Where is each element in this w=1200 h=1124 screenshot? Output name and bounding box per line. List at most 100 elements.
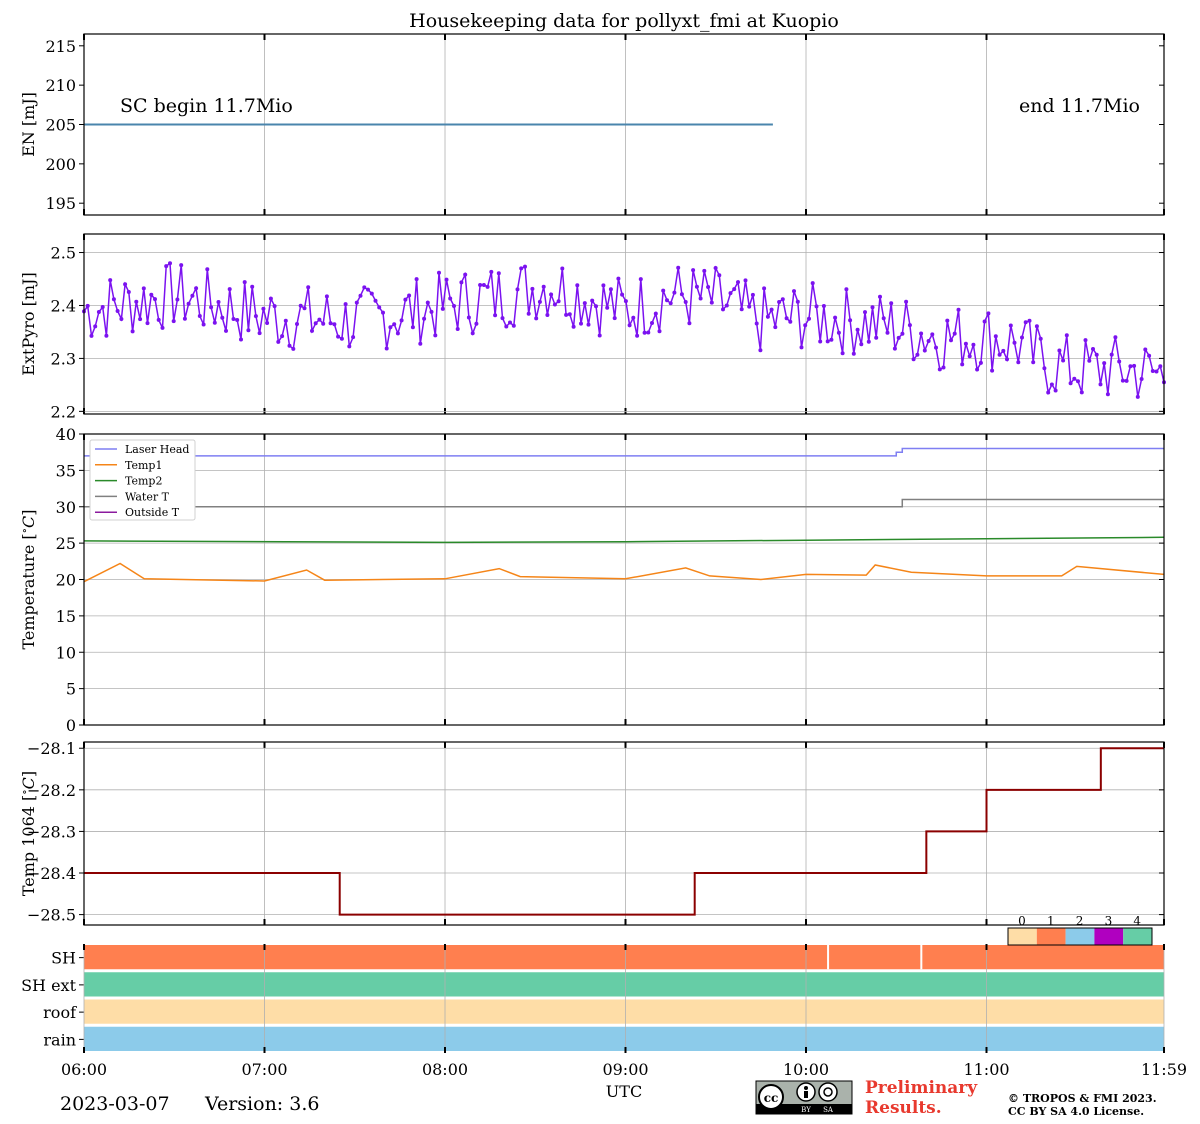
temperature-ytick-label-1: 5	[66, 680, 76, 699]
extpyro-point-72	[351, 335, 356, 340]
extpyro-point-246	[1001, 348, 1006, 353]
status-row-label-3: rain	[43, 1030, 76, 1049]
extpyro-point-16	[141, 286, 146, 291]
extpyro-point-287	[1154, 369, 1159, 374]
status-sh-gap-0	[827, 945, 830, 970]
temperature-series-water-t	[84, 498, 1164, 508]
extpyro-point-184	[769, 307, 774, 312]
extpyro-point-124	[545, 313, 550, 317]
extpyro-point-101	[459, 280, 464, 285]
extpyro-point-281	[1132, 363, 1137, 368]
colorbar-tick-0: 0	[1018, 914, 1026, 928]
extpyro-point-259	[1049, 382, 1054, 387]
extpyro-point-257	[1042, 366, 1047, 371]
extpyro-point-234	[956, 307, 961, 312]
extpyro-point-137	[594, 304, 598, 309]
extpyro-point-176	[739, 307, 744, 312]
extpyro-point-154	[657, 329, 662, 334]
extpyro-point-94	[433, 333, 438, 338]
extpyro-point-159	[676, 265, 681, 270]
temperature-series-temp2	[83, 536, 1165, 544]
extpyro-point-168	[709, 300, 714, 305]
extpyro-ytick-label-3: 2.5	[51, 244, 76, 263]
extpyro-point-178	[747, 304, 752, 309]
extpyro-point-44	[246, 328, 251, 333]
extpyro-point-144	[620, 292, 625, 297]
extpyro-point-113	[504, 324, 509, 329]
extpyro-panel: 2.2 2.3 2.4 2.5 ExtPyro [mJ]	[19, 233, 1166, 421]
extpyro-point-202	[836, 330, 841, 335]
extpyro-point-254	[1031, 360, 1036, 365]
extpyro-point-221	[907, 323, 912, 328]
svg-text:cc: cc	[764, 1091, 779, 1105]
x-tick-label-4: 10:00	[783, 1060, 829, 1079]
extpyro-point-32	[201, 322, 206, 327]
extpyro-point-114	[508, 320, 512, 325]
extpyro-point-241	[982, 319, 987, 324]
extpyro-point-75	[362, 285, 367, 290]
extpyro-point-60	[306, 285, 311, 290]
temperature-ylabel: Temperature [∘C]	[18, 509, 38, 649]
extpyro-point-120	[530, 286, 535, 291]
extpyro-point-58	[298, 303, 303, 308]
extpyro-point-61	[310, 328, 314, 333]
extpyro-point-71	[347, 344, 352, 349]
extpyro-point-12	[126, 290, 131, 294]
extpyro-point-280	[1128, 364, 1133, 369]
extpyro-point-47	[257, 331, 262, 336]
extpyro-point-240	[978, 360, 983, 365]
extpyro-point-209	[863, 310, 867, 315]
extpyro-point-100	[455, 327, 460, 331]
extpyro-point-51	[272, 304, 277, 309]
footer-date: 2023-03-07	[60, 1093, 170, 1115]
extpyro-point-82	[388, 325, 393, 330]
extpyro-point-62	[313, 321, 318, 326]
extpyro-point-93	[429, 309, 434, 314]
extpyro-point-89	[414, 277, 419, 282]
status-row-label-2: roof	[43, 1003, 77, 1022]
extpyro-point-179	[750, 292, 755, 297]
extpyro-point-25	[175, 297, 180, 302]
energy-panel: 195 200 205 210 215 EN [mJ] SC begin 11.7Mio en…	[19, 33, 1164, 216]
temperature-series-temp1	[83, 562, 1165, 583]
extpyro-point-11	[123, 282, 128, 287]
extpyro-point-38	[224, 328, 228, 333]
status-bar-sh-ext	[84, 972, 1164, 997]
extpyro-point-198	[821, 304, 826, 308]
extpyro-point-56	[291, 346, 296, 351]
extpyro-point-215	[885, 330, 890, 335]
sa-share-icon	[818, 1082, 838, 1102]
extpyro-point-98	[448, 296, 453, 301]
extpyro-point-65	[324, 294, 329, 299]
extpyro-point-274	[1105, 392, 1110, 397]
extpyro-point-84	[395, 331, 400, 336]
x-tick-label-3: 09:00	[602, 1060, 648, 1079]
temperature-panel: 0 5 10 15 20 25 30 35 40 Temperature [∘C] Laser He…	[18, 425, 1165, 735]
extpyro-point-130	[567, 312, 572, 317]
extpyro-point-91	[422, 316, 427, 321]
extpyro-point-133	[579, 321, 583, 326]
extpyro-point-150	[642, 330, 647, 335]
extpyro-point-77	[369, 291, 374, 296]
extpyro-point-103	[466, 315, 471, 320]
extpyro-point-110	[493, 313, 498, 318]
x-axis-label: UTC	[606, 1082, 642, 1101]
extpyro-point-143	[616, 276, 621, 281]
extpyro-point-157	[668, 301, 673, 306]
status-bar-roof	[84, 999, 1164, 1024]
extpyro-point-236	[963, 341, 968, 346]
extpyro-point-263	[1064, 333, 1069, 338]
extpyro-point-125	[549, 292, 554, 297]
extpyro-point-284	[1143, 347, 1148, 352]
status-row-label-1: SH ext	[21, 976, 76, 995]
extpyro-point-107	[481, 283, 486, 287]
extpyro-frame	[83, 233, 1165, 415]
status-sh-gap-1	[920, 945, 923, 970]
extpyro-point-78	[373, 298, 378, 303]
extpyro-point-81	[384, 346, 389, 351]
extpyro-point-54	[283, 318, 288, 323]
extpyro-point-106	[478, 283, 483, 287]
extpyro-point-172	[724, 303, 729, 308]
extpyro-point-173	[728, 291, 733, 296]
energy-ylabel: EN [mJ]	[19, 92, 38, 157]
